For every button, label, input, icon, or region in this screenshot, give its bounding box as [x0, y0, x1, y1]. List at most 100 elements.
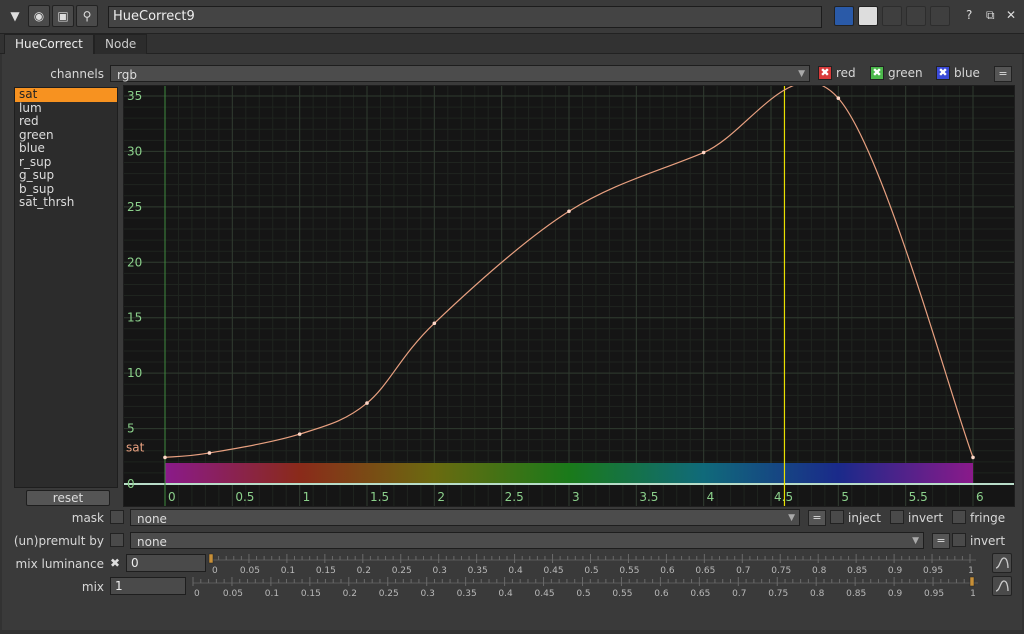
reset-button[interactable]: reset: [26, 490, 110, 506]
fringe-checkbox[interactable]: [952, 510, 966, 524]
redo-icon[interactable]: [906, 6, 926, 26]
slider-tick-label: 0: [194, 589, 200, 598]
title-bar: ▼ ◉ ▣ ⚲ HueCorrect9 ? ⧉ ✕: [0, 0, 1024, 34]
unpremult-link-button[interactable]: =: [932, 533, 950, 549]
y-tick-label: 30: [127, 144, 142, 158]
mask-label: mask: [71, 511, 104, 525]
keyframe-point[interactable]: [297, 432, 302, 436]
close-icon[interactable]: ✕: [1006, 8, 1016, 22]
channels-dropdown[interactable]: rgb ▼: [110, 65, 810, 82]
green-channel-toggle[interactable]: ✖: [870, 66, 884, 80]
y-tick-label: 25: [127, 200, 142, 214]
unpremult-enable-checkbox[interactable]: [110, 533, 124, 547]
mask-dropdown[interactable]: none ▼: [130, 509, 800, 526]
animation-curve-icon: [995, 557, 1009, 569]
slider-handle[interactable]: [208, 553, 214, 564]
x-tick-label: 5.5: [909, 490, 928, 504]
x-tick-label: 3: [572, 490, 580, 504]
curve-item-b-sup[interactable]: b_sup: [15, 182, 117, 197]
slider-tick-label: 0.35: [457, 589, 477, 598]
channels-link-button[interactable]: =: [994, 66, 1012, 82]
y-tick-label: 10: [127, 366, 142, 380]
mix-luminance-slider[interactable]: 0 0.05 0.1 0.15 0.2 0.25 0.3 0.35 0.4 0.45 0.5 0.55…: [208, 551, 988, 575]
x-tick-label: 0: [168, 490, 176, 504]
node-color-icon[interactable]: ▣: [52, 5, 74, 27]
slider-tick-label: 0.6: [654, 589, 669, 598]
curve-item-lum[interactable]: lum: [15, 101, 117, 116]
slider-tick-label: 0.5: [576, 589, 590, 598]
revert-icon[interactable]: [930, 6, 950, 26]
node-name-field[interactable]: HueCorrect9: [108, 6, 822, 28]
slider-handle[interactable]: [969, 576, 975, 587]
inject-checkbox[interactable]: [830, 510, 844, 524]
collapse-arrow-icon[interactable]: ▼: [4, 5, 26, 27]
help-icon[interactable]: ?: [966, 8, 972, 22]
mix-luminance-label: mix luminance: [15, 557, 104, 571]
red-channel-toggle[interactable]: ✖: [818, 66, 832, 80]
mix-luminance-enable-toggle[interactable]: ✖: [110, 556, 120, 570]
x-tick-label: 4.5: [774, 490, 793, 504]
keyframe-point[interactable]: [163, 455, 167, 460]
slider-tick-label: 0.25: [379, 589, 399, 598]
x-tick-label: 1: [303, 490, 311, 504]
properties-panel: channels rgb ▼ ✖ red ✖ green ✖ blue = sa…: [2, 54, 1022, 630]
slider-tick-label: 0.4: [498, 589, 513, 598]
curve-list: sat lum red green blue r_sup g_sup b_sup…: [14, 87, 118, 488]
unpremult-label: (un)premult by: [13, 534, 104, 548]
hue-gradient-band: [165, 463, 973, 484]
tab-node[interactable]: Node: [94, 34, 148, 54]
mask-link-button[interactable]: =: [808, 510, 826, 526]
keyframe-point[interactable]: [971, 455, 975, 460]
slider-tick-label: 0.8: [810, 589, 825, 598]
curve-name-label: sat: [126, 440, 145, 454]
keyframe-point[interactable]: [567, 209, 571, 214]
mix-label: mix: [81, 580, 104, 594]
settings-icon[interactable]: ⚲: [76, 5, 98, 27]
keyframe-point[interactable]: [207, 451, 212, 455]
slider-tick-label: 0.15: [301, 589, 321, 598]
chevron-down-icon: ▼: [798, 69, 805, 79]
fringe-label: fringe: [970, 511, 1006, 525]
curve-editor[interactable]: 0 0.5 1 1.5 2 2.5 3 3.5 4 4.5 5 5.5 6 0 5 10 15 20 25 30 35…: [123, 81, 1015, 507]
curve-item-blue[interactable]: blue: [15, 141, 117, 156]
copy-icon[interactable]: [858, 6, 878, 26]
mix-animation-button[interactable]: [992, 576, 1012, 596]
chevron-down-icon: ▼: [912, 536, 919, 546]
tab-huecorrect[interactable]: HueCorrect: [4, 34, 94, 54]
viewer-icon[interactable]: ◉: [28, 5, 50, 27]
curve-item-g-sup[interactable]: g_sup: [15, 168, 117, 183]
curve-item-sat-thrsh[interactable]: sat_thrsh: [15, 195, 117, 210]
keyframe-point[interactable]: [365, 401, 369, 405]
unpremult-invert-checkbox[interactable]: [952, 533, 966, 547]
slider-tick-label: 0.65: [690, 589, 710, 598]
mix-input[interactable]: 1: [110, 577, 186, 595]
chevron-down-icon: ▼: [788, 513, 795, 523]
unpremult-dropdown[interactable]: none ▼: [130, 532, 924, 549]
keyframe-point[interactable]: [432, 321, 437, 326]
undo-icon[interactable]: [882, 6, 902, 26]
slider-tick-label: 1: [970, 589, 976, 598]
float-icon[interactable]: ⧉: [986, 8, 995, 23]
blue-channel-toggle[interactable]: ✖: [936, 66, 950, 80]
mask-enable-checkbox[interactable]: [110, 510, 124, 524]
keyframe-point[interactable]: [701, 150, 706, 155]
keyframe-point[interactable]: [836, 96, 841, 101]
mix-luminance-input[interactable]: 0: [126, 554, 206, 572]
green-channel-label: green: [888, 66, 923, 80]
curve-item-green[interactable]: green: [15, 128, 117, 143]
mix-luminance-animation-button[interactable]: [992, 553, 1012, 573]
x-tick-label: 1.5: [370, 490, 389, 504]
mix-slider[interactable]: 0 0.05 0.1 0.15 0.2 0.25 0.3 0.35 0.4 0.45 0.5 0.55…: [190, 574, 990, 598]
red-channel-label: red: [836, 66, 856, 80]
paste-icon[interactable]: [834, 6, 854, 26]
curve-editor-canvas[interactable]: 0 0.5 1 1.5 2 2.5 3 3.5 4 4.5 5 5.5 6 0 5 10 15 20 25 30 35…: [124, 81, 1014, 506]
curve-item-red[interactable]: red: [15, 114, 117, 129]
x-tick-label: 2: [437, 490, 445, 504]
channels-label: channels: [50, 67, 104, 81]
slider-tick-label: 0.9: [888, 589, 903, 598]
curve-item-r-sup[interactable]: r_sup: [15, 155, 117, 170]
y-tick-label: 5: [127, 422, 135, 436]
x-tick-label: 6: [976, 490, 984, 504]
curve-item-sat[interactable]: sat: [15, 87, 117, 102]
mask-invert-checkbox[interactable]: [890, 510, 904, 524]
